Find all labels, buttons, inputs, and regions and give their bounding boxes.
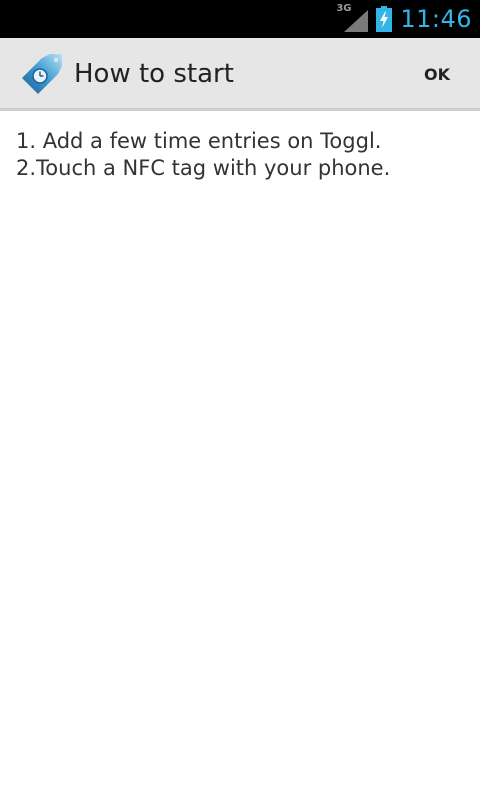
status-clock: 11:46: [400, 5, 472, 33]
network-signal-icon: [344, 10, 369, 32]
page-title: How to start: [74, 59, 234, 89]
status-bar: 3G 11:46: [0, 0, 480, 38]
status-icons: 3G 11:46: [336, 0, 472, 38]
instruction-step-2: 2.Touch a NFC tag with your phone.: [16, 156, 391, 180]
ok-button[interactable]: OK: [394, 38, 480, 108]
action-bar: How to start OK: [0, 38, 480, 111]
battery-charging-icon: [376, 6, 393, 32]
network-indicator: 3G: [336, 4, 369, 32]
instruction-step-1: 1. Add a few time entries on Toggl.: [16, 129, 382, 153]
toggl-nfc-tag-icon: [22, 54, 62, 94]
instructions: 1. Add a few time entries on Toggl. 2.To…: [16, 128, 466, 182]
